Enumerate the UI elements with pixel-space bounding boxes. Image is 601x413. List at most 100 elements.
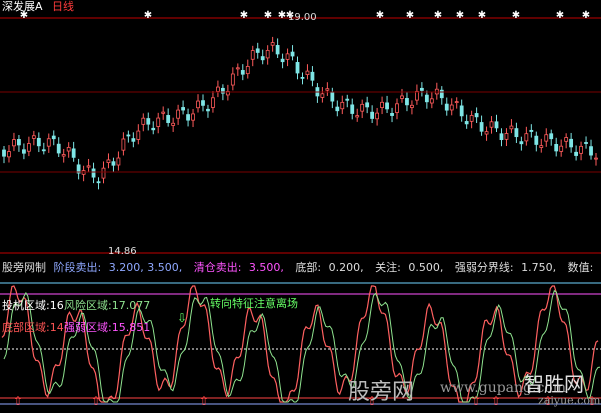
- param-1: 阶段卖出: 3.200, 3.500,: [53, 261, 183, 274]
- zone-strength: 强弱区域:15.851: [64, 321, 151, 334]
- star-icon: ✱: [144, 10, 152, 21]
- indicator-name: 股旁网制: [2, 261, 46, 274]
- candle: [275, 38, 280, 59]
- candle: [400, 88, 404, 103]
- exit-warning-note: 转向特征注意离场: [210, 297, 298, 310]
- candle: [385, 95, 389, 113]
- candle: [325, 82, 330, 96]
- candle: [225, 84, 230, 101]
- candle: [300, 72, 305, 85]
- candle: [534, 131, 539, 152]
- candle: [524, 126, 529, 146]
- candle: [405, 92, 409, 112]
- candle: [230, 67, 235, 91]
- candle: [245, 59, 250, 79]
- candle: [71, 141, 76, 162]
- candle: [365, 96, 370, 114]
- candle: [96, 177, 101, 190]
- candle: [564, 133, 569, 149]
- candle: [191, 109, 195, 128]
- watermark-right: 智胜网: [524, 372, 584, 396]
- candle: [2, 146, 6, 164]
- candle: [51, 130, 56, 146]
- candle: [375, 107, 380, 126]
- candle: [474, 107, 479, 124]
- candle: [106, 153, 111, 169]
- candle: [285, 48, 290, 67]
- candle: [345, 94, 350, 108]
- candle: [211, 91, 215, 113]
- candle: [579, 141, 583, 161]
- candle: [544, 128, 549, 147]
- candle: [41, 142, 46, 155]
- candle: [589, 139, 593, 160]
- candle: [569, 132, 574, 153]
- candle: [151, 121, 156, 135]
- candle: [7, 145, 11, 163]
- param-2: 清仓卖出: 3.500,: [193, 261, 284, 274]
- param-3: 底部: 0.200,: [295, 261, 364, 274]
- candle: [111, 157, 116, 173]
- indicator-param-bar: 股旁网制 阶段卖出: 3.200, 3.500, 清仓卖出: 3.500, 底部…: [2, 262, 601, 274]
- star-icon: ✱: [582, 10, 590, 21]
- candle: [340, 95, 345, 115]
- signal-markers: ✱ ✱ ✱ ✱ ✱ ✱ ✱ ✱ ✱ ✱ ✱ ✱ ✱ ✱⇧ ⇧ ⇧ ⇧ ⇧ ⇧ ⇧ ⇧⇩: [13, 10, 597, 408]
- candle: [355, 108, 360, 122]
- candle: [464, 114, 469, 129]
- candle: [270, 36, 275, 52]
- candle: [484, 126, 489, 141]
- star-icon: ✱: [478, 10, 486, 21]
- candle: [380, 96, 384, 115]
- candle: [584, 136, 588, 149]
- up-arrow-icon: ⇧: [471, 394, 481, 408]
- candle: [529, 124, 534, 138]
- zone-bottom: 底部区域:14: [2, 321, 64, 334]
- candle: [17, 135, 21, 152]
- candle: [131, 132, 136, 148]
- candle: [494, 114, 499, 133]
- candle: [504, 128, 509, 147]
- candle: [459, 99, 464, 122]
- up-arrow-icon: ⇧: [199, 394, 209, 408]
- candle: [449, 98, 454, 116]
- candle: [141, 113, 146, 132]
- star-icon: ✱: [456, 10, 464, 21]
- candle: [434, 82, 439, 100]
- candle: [320, 87, 325, 103]
- up-arrow-icon: ⇧: [13, 394, 23, 408]
- candlestick-series: [2, 36, 598, 190]
- candle: [519, 136, 524, 151]
- stock-chart[interactable]: ✱ ✱ ✱ ✱ ✱ ✱ ✱ ✱ ✱ ✱ ✱ ✱ ✱ ✱⇧ ⇧ ⇧ ⇧ ⇧ ⇧ ⇧ ⇧⇩: [0, 0, 601, 413]
- candle: [429, 92, 434, 109]
- candle: [21, 143, 26, 160]
- period-label[interactable]: 日线: [52, 1, 74, 13]
- candle: [489, 116, 494, 134]
- candle: [12, 132, 16, 152]
- candle: [370, 105, 375, 123]
- param-5: 强弱分界线: 1.750,: [454, 261, 557, 274]
- candle: [31, 130, 36, 146]
- candle: [415, 84, 419, 105]
- candle: [250, 45, 255, 67]
- candle: [424, 90, 429, 109]
- candle: [136, 124, 141, 145]
- candle: [176, 104, 181, 125]
- candle: [235, 63, 240, 76]
- candle: [305, 64, 310, 80]
- param-4: 关注: 0.500,: [375, 261, 444, 274]
- candle: [91, 162, 96, 184]
- candle: [594, 152, 598, 166]
- down-arrow-icon: ⇩: [177, 311, 187, 325]
- zone-speculation: 投机区域:16: [2, 299, 64, 312]
- up-arrow-icon: ⇧: [491, 394, 501, 408]
- star-icon: ✱: [406, 10, 414, 21]
- candle: [166, 108, 171, 127]
- candle: [146, 112, 151, 131]
- star-icon: ✱: [264, 10, 272, 21]
- candle: [539, 138, 544, 153]
- candle: [554, 137, 559, 157]
- candle: [46, 133, 51, 153]
- high-price-label: 19.00: [288, 12, 317, 23]
- candle: [156, 112, 161, 134]
- candle: [350, 98, 355, 120]
